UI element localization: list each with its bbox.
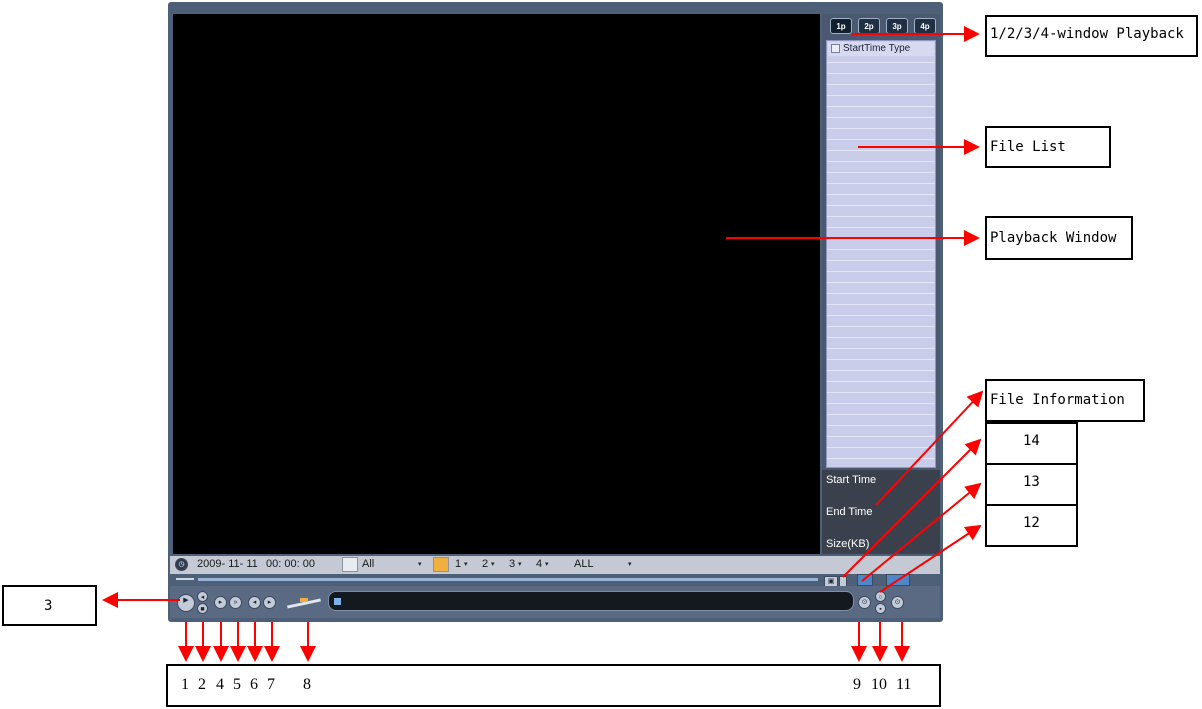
- annotation-arrows: [102, 26, 984, 662]
- arrow-callout-14: [842, 438, 982, 578]
- arrow-callout-12: [879, 524, 982, 593]
- arrow-file-information: [875, 390, 984, 506]
